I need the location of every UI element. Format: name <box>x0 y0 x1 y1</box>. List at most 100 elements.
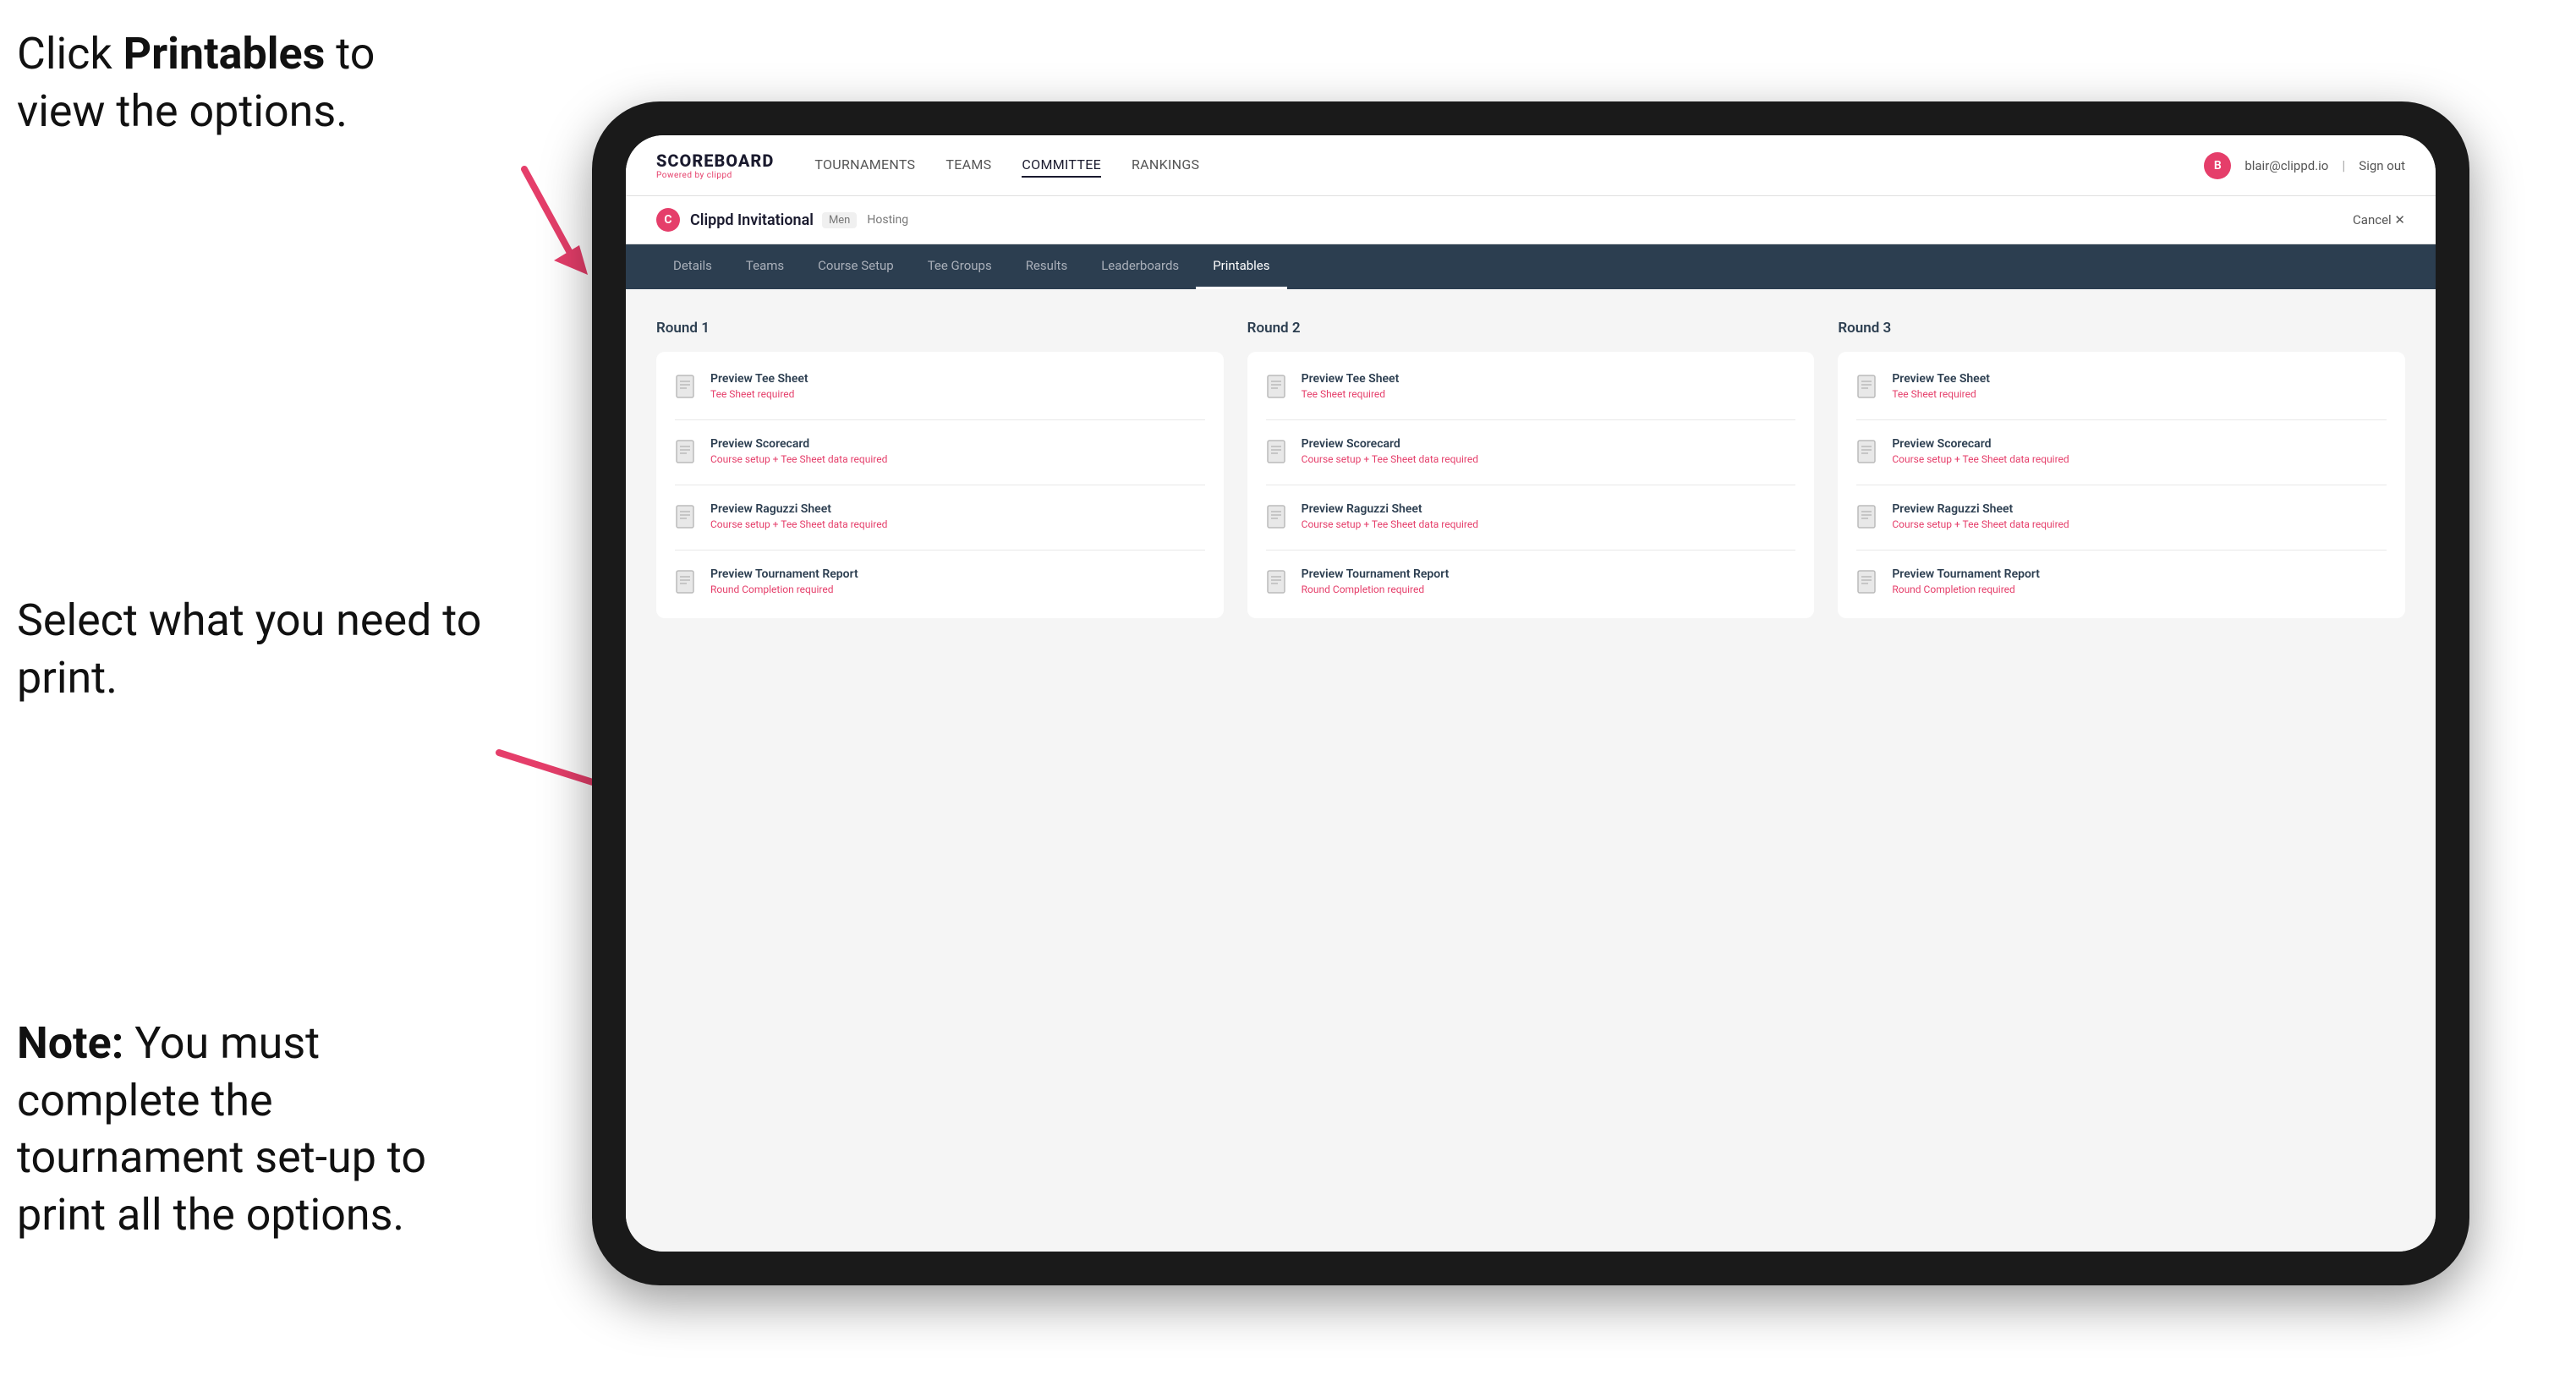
print-option-title: Preview Raguzzi Sheet <box>1892 502 2069 516</box>
tab-results[interactable]: Results <box>1009 244 1085 289</box>
tablet-frame: SCOREBOARD Powered by clippd TOURNAMENTS… <box>592 101 2469 1285</box>
tab-details[interactable]: Details <box>656 244 729 289</box>
sub-nav: Details Teams Course Setup Tee Groups Re… <box>626 244 2436 289</box>
cancel-button[interactable]: Cancel ✕ <box>2353 212 2405 227</box>
divider <box>1266 419 1796 420</box>
print-option-3-3[interactable]: Preview Raguzzi Sheet Course setup + Tee … <box>1856 502 2387 533</box>
round-2-title: Round 2 <box>1247 320 1815 337</box>
print-option-subtitle: Tee Sheet required <box>1302 388 1400 400</box>
arrow-top-icon <box>254 152 609 288</box>
round-2-column: Round 2 Preview Tee Sheet Tee Sheet requi… <box>1247 320 1815 618</box>
print-option-subtitle: Round Completion required <box>710 583 858 595</box>
print-option-title: Preview Raguzzi Sheet <box>710 502 887 516</box>
print-option-text: Preview Raguzzi Sheet Course setup + Tee … <box>1892 502 2069 530</box>
divider <box>1266 550 1796 551</box>
print-option-2-1[interactable]: Preview Tee Sheet Tee Sheet required <box>1266 372 1796 403</box>
user-avatar: B <box>2204 152 2231 179</box>
tab-course-setup[interactable]: Course Setup <box>801 244 911 289</box>
tournament-logo: C <box>656 208 680 232</box>
print-option-2-3[interactable]: Preview Raguzzi Sheet Course setup + Tee … <box>1266 502 1796 533</box>
print-option-subtitle: Tee Sheet required <box>1892 388 1990 400</box>
document-icon <box>1266 569 1290 598</box>
tournament-header: C Clippd Invitational Men Hosting Cancel… <box>626 196 2436 244</box>
nav-link-tournaments[interactable]: TOURNAMENTS <box>814 153 915 178</box>
round-1-column: Round 1 Preview Tee Sheet Tee Sheet requi… <box>656 320 1224 618</box>
print-option-title: Preview Raguzzi Sheet <box>1302 502 1478 516</box>
print-option-title: Preview Scorecard <box>1302 437 1478 451</box>
print-option-1-1[interactable]: Preview Tee Sheet Tee Sheet required <box>675 372 1205 403</box>
logo-title: SCOREBOARD <box>656 151 774 171</box>
print-option-text: Preview ScorecardCourse setup + Tee Shee… <box>1302 437 1478 465</box>
print-option-3-2[interactable]: Preview Scorecard Course setup + Tee Shee… <box>1856 437 2387 468</box>
tournament-badge: Men <box>822 212 857 228</box>
print-option-text: Preview Tee Sheet Tee Sheet required <box>710 372 808 400</box>
user-email: blair@clippd.io <box>2244 158 2328 173</box>
print-option-subtitle: Tee Sheet required <box>710 388 808 400</box>
top-nav-right: B blair@clippd.io | Sign out <box>2204 152 2405 179</box>
print-option-1-3[interactable]: Preview Raguzzi Sheet Course setup + Tee … <box>675 502 1205 533</box>
nav-link-committee[interactable]: COMMITTEE <box>1022 153 1101 178</box>
document-icon <box>1856 374 1880 403</box>
document-icon <box>1266 504 1290 533</box>
print-option-title: Preview Scorecard <box>710 437 887 451</box>
divider <box>1856 550 2387 551</box>
document-icon <box>675 569 699 598</box>
instruction-top: Click Printables toview the options. <box>17 25 375 140</box>
document-icon <box>675 439 699 468</box>
print-option-subtitle: Course setup + Tee Sheet data required <box>1302 518 1478 530</box>
rounds-container: Round 1 Preview Tee Sheet Tee Sheet requi… <box>656 320 2405 618</box>
print-option-subtitle: Course setup + Tee Sheet data required <box>1892 453 2069 465</box>
print-option-1-2[interactable]: Preview Scorecard Course setup + Tee Shee… <box>675 437 1205 468</box>
print-option-text: Preview Scorecard Course setup + Tee Shee… <box>710 437 887 465</box>
round-2-card: Preview Tee Sheet Tee Sheet required Prev… <box>1247 352 1815 618</box>
print-option-text: Preview Tee Sheet Tee Sheet required <box>1302 372 1400 400</box>
print-option-title: Preview Tournament Report <box>1892 567 2040 581</box>
tab-tee-groups[interactable]: Tee Groups <box>911 244 1009 289</box>
divider <box>675 419 1205 420</box>
print-option-text: Preview Tournament Report Round Completio… <box>1892 567 2040 595</box>
print-option-subtitle: Course setup + Tee Sheet data required <box>710 518 887 530</box>
divider <box>1856 419 2387 420</box>
tab-leaderboards[interactable]: Leaderboards <box>1084 244 1196 289</box>
divider <box>675 550 1205 551</box>
print-option-subtitle: Round Completion required <box>1302 583 1450 595</box>
print-option-3-4[interactable]: Preview Tournament Report Round Completio… <box>1856 567 2387 598</box>
document-icon <box>675 374 699 403</box>
print-option-subtitle: Course setup + Tee Sheet data required <box>710 453 887 465</box>
round-3-column: Round 3 Preview Tee Sheet Tee Sheet requi… <box>1838 320 2405 618</box>
round-1-card: Preview Tee Sheet Tee Sheet required Prev… <box>656 352 1224 618</box>
logo-section: SCOREBOARD Powered by clippd <box>656 151 774 180</box>
document-icon <box>1266 374 1290 403</box>
print-option-2-2[interactable]: Preview ScorecardCourse setup + Tee Shee… <box>1266 437 1796 468</box>
tab-printables[interactable]: Printables <box>1196 244 1286 289</box>
print-option-title: Preview Scorecard <box>1892 437 2069 451</box>
print-option-title: Preview Tee Sheet <box>1892 372 1990 386</box>
print-option-text: Preview Tee Sheet Tee Sheet required <box>1892 372 1990 400</box>
document-icon <box>1856 569 1880 598</box>
print-option-text: Preview Scorecard Course setup + Tee Shee… <box>1892 437 2069 465</box>
nav-separator: | <box>2342 157 2345 173</box>
round-3-title: Round 3 <box>1838 320 2405 337</box>
nav-link-rankings[interactable]: RANKINGS <box>1132 153 1199 178</box>
top-nav-links: TOURNAMENTS TEAMS COMMITTEE RANKINGS <box>814 153 2204 178</box>
print-option-text: Preview Tournament ReportRound Completio… <box>1302 567 1450 595</box>
print-option-text: Preview Raguzzi Sheet Course setup + Tee … <box>710 502 887 530</box>
print-option-1-4[interactable]: Preview Tournament ReportRound Completio… <box>675 567 1205 598</box>
round-3-card: Preview Tee Sheet Tee Sheet required Prev… <box>1838 352 2405 618</box>
document-icon <box>1856 439 1880 468</box>
instruction-middle: Select what you need to print. <box>17 592 507 706</box>
main-content: Round 1 Preview Tee Sheet Tee Sheet requi… <box>626 289 2436 1252</box>
print-option-text: Preview Raguzzi Sheet Course setup + Tee … <box>1302 502 1478 530</box>
print-option-title: Preview Tee Sheet <box>710 372 808 386</box>
print-option-subtitle: Round Completion required <box>1892 583 2040 595</box>
print-option-subtitle: Course setup + Tee Sheet data required <box>1892 518 2069 530</box>
logo-subtitle: Powered by clippd <box>656 171 774 180</box>
print-option-title: Preview Tee Sheet <box>1302 372 1400 386</box>
tournament-status: Hosting <box>867 213 908 227</box>
round-1-title: Round 1 <box>656 320 1224 337</box>
print-option-3-1[interactable]: Preview Tee Sheet Tee Sheet required <box>1856 372 2387 403</box>
print-option-2-4[interactable]: Preview Tournament ReportRound Completio… <box>1266 567 1796 598</box>
sign-out-link[interactable]: Sign out <box>2359 158 2405 173</box>
tab-teams[interactable]: Teams <box>729 244 801 289</box>
nav-link-teams[interactable]: TEAMS <box>945 153 991 178</box>
